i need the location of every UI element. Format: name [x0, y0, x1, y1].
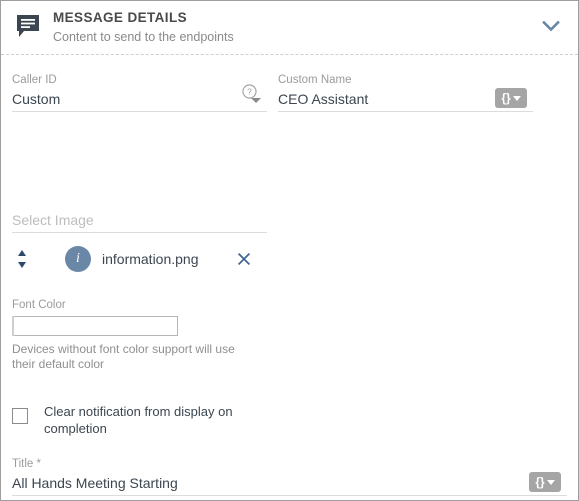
form-area: Caller ID Custom ? Custom Name CEO Assis… [1, 55, 578, 500]
braces-icon: {} [501, 91, 511, 105]
select-image-placeholder[interactable]: Select Image [12, 210, 94, 230]
page-subtitle: Content to send to the endpoints [53, 30, 234, 44]
font-color-input[interactable] [14, 316, 178, 336]
custom-name-value[interactable]: CEO Assistant [278, 89, 368, 109]
clear-notification-label: Clear notification from display on compl… [44, 404, 233, 436]
help-circle-icon[interactable]: ? [242, 84, 257, 99]
information-file-icon: i [65, 246, 91, 272]
close-icon[interactable] [233, 248, 255, 270]
caret-down-icon [512, 95, 521, 101]
font-color-field: Font Color Devices without font color su… [12, 298, 267, 372]
title-variable-button[interactable]: {} [529, 472, 561, 492]
caller-id-field: Caller ID Custom ? [12, 73, 267, 112]
title-label: Title [12, 457, 567, 471]
image-file-name: information.png [102, 251, 199, 267]
caret-down-icon [546, 479, 555, 485]
title-field: Title All Hands Meeting Starting {} [12, 457, 567, 496]
drag-updown-icon[interactable] [12, 248, 32, 270]
caller-id-dropdown-caret-icon[interactable] [251, 98, 261, 103]
font-color-label: Font Color [12, 299, 66, 311]
message-details-panel: MESSAGE DETAILS Content to send to the e… [0, 0, 579, 501]
clear-notification-checkbox-row[interactable]: Clear notification from display on compl… [12, 403, 262, 437]
select-image-field: Select Image [12, 208, 267, 233]
panel-header: MESSAGE DETAILS Content to send to the e… [1, 1, 578, 49]
panel-header-text: MESSAGE DETAILS Content to send to the e… [53, 9, 536, 45]
caller-row: Caller ID Custom ? Custom Name CEO Assis… [1, 73, 578, 125]
image-list-item: i information.png [12, 243, 267, 275]
braces-icon: {} [535, 475, 545, 489]
caller-id-label: Caller ID [12, 74, 57, 86]
custom-name-label: Custom Name [278, 74, 352, 86]
page-title: MESSAGE DETAILS [53, 10, 188, 25]
caller-id-value[interactable]: Custom [12, 89, 60, 109]
svg-text:?: ? [247, 87, 252, 97]
clear-notification-checkbox[interactable] [12, 408, 28, 424]
custom-name-variable-button[interactable]: {} [495, 88, 527, 108]
font-color-hint: Devices without font color support will … [12, 342, 235, 371]
message-bubble-icon [15, 13, 41, 39]
title-value[interactable]: All Hands Meeting Starting [12, 473, 507, 493]
custom-name-field: Custom Name CEO Assistant {} [278, 73, 533, 112]
chevron-down-icon[interactable] [536, 11, 566, 41]
